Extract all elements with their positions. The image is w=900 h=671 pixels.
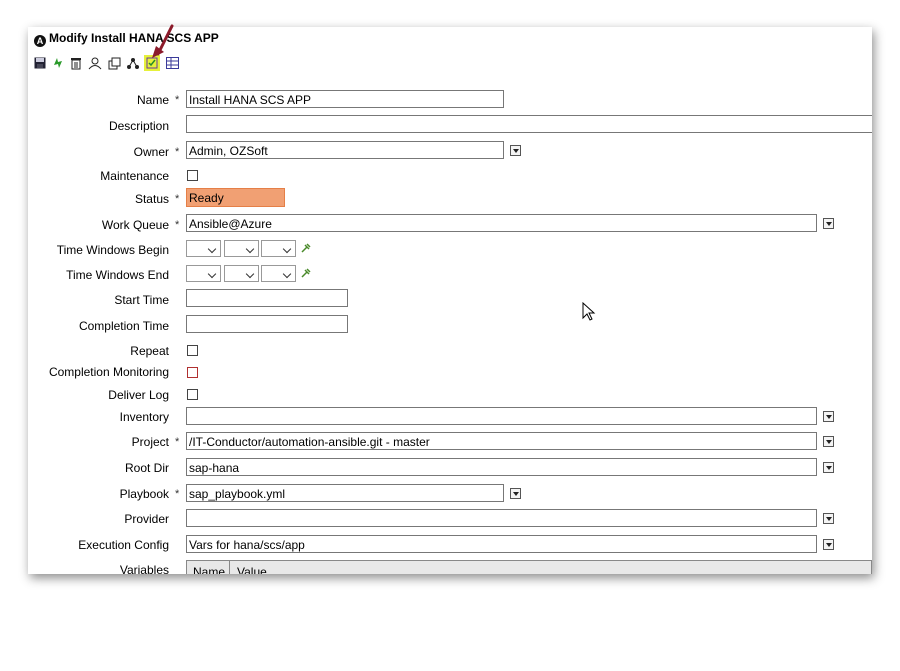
tw-begin-minute-select[interactable] xyxy=(261,240,296,257)
clear-icon[interactable] xyxy=(301,268,311,278)
required-mark: * xyxy=(175,193,180,205)
provider-dropdown-icon[interactable] xyxy=(823,513,834,524)
work-queue-input[interactable]: Ansible@Azure xyxy=(186,214,817,232)
annotation-arrow-icon xyxy=(152,24,174,58)
inventory-input[interactable] xyxy=(186,407,817,425)
column-header-name[interactable]: Name xyxy=(193,565,225,574)
tw-end-day-select[interactable] xyxy=(186,265,221,282)
owner-dropdown-icon[interactable] xyxy=(510,145,521,156)
execution-config-label: Execution Config xyxy=(78,538,169,552)
tw-begin-label: Time Windows Begin xyxy=(56,243,169,257)
required-mark: * xyxy=(175,146,180,158)
column-divider xyxy=(229,561,230,574)
start-time-label: Start Time xyxy=(114,293,169,307)
tw-begin-day-select[interactable] xyxy=(186,240,221,257)
tw-begin-hour-select[interactable] xyxy=(224,240,259,257)
execution-config-input[interactable]: Vars for hana/scs/app xyxy=(186,535,817,553)
playbook-dropdown-icon[interactable] xyxy=(510,488,521,499)
provider-label: Provider xyxy=(124,512,169,526)
owner-input[interactable]: Admin, OZSoft xyxy=(186,141,504,159)
variables-table-header: Name Value xyxy=(186,560,872,574)
playbook-input[interactable]: sap_playbook.yml xyxy=(186,484,504,502)
inventory-label: Inventory xyxy=(119,410,169,424)
name-label: Name xyxy=(136,93,169,107)
modify-dialog: A Modify Install HANA SCS APP Name * Ins… xyxy=(28,27,872,574)
required-mark: * xyxy=(175,488,180,500)
tw-end-hour-select[interactable] xyxy=(224,265,259,282)
hierarchy-icon[interactable] xyxy=(125,55,141,71)
completion-monitoring-checkbox[interactable] xyxy=(187,367,198,378)
root-dir-label: Root Dir xyxy=(124,461,169,475)
save-icon[interactable] xyxy=(32,55,48,71)
completion-monitoring-label: Completion Monitoring xyxy=(48,365,169,379)
dialog-title: Modify Install HANA SCS APP xyxy=(49,31,219,45)
tw-end-label: Time Windows End xyxy=(66,268,169,282)
status-label: Status xyxy=(134,192,169,206)
work-queue-label: Work Queue xyxy=(101,218,169,232)
playbook-label: Playbook xyxy=(119,487,169,501)
description-label: Description xyxy=(108,119,169,133)
variables-label: Variables xyxy=(119,563,169,574)
deliver-log-checkbox[interactable] xyxy=(187,389,198,400)
inventory-dropdown-icon[interactable] xyxy=(823,411,834,422)
copy-icon[interactable] xyxy=(107,55,123,71)
work-queue-dropdown-icon[interactable] xyxy=(823,218,834,229)
start-time-input[interactable] xyxy=(186,289,348,307)
required-mark: * xyxy=(175,94,180,106)
refresh-icon[interactable] xyxy=(50,55,66,71)
status-field[interactable]: Ready xyxy=(186,188,285,207)
delete-icon[interactable] xyxy=(68,55,84,71)
user-icon[interactable] xyxy=(87,55,103,71)
maintenance-checkbox[interactable] xyxy=(187,170,198,181)
column-header-value[interactable]: Value xyxy=(237,565,267,574)
execution-config-dropdown-icon[interactable] xyxy=(823,539,834,550)
maintenance-label: Maintenance xyxy=(100,169,169,183)
repeat-checkbox[interactable] xyxy=(187,345,198,356)
project-input[interactable]: /IT-Conductor/automation-ansible.git - m… xyxy=(186,432,817,450)
required-mark: * xyxy=(175,219,180,231)
root-dir-dropdown-icon[interactable] xyxy=(823,462,834,473)
clear-icon[interactable] xyxy=(301,243,311,253)
name-input[interactable]: Install HANA SCS APP xyxy=(186,90,504,108)
root-dir-input[interactable]: sap-hana xyxy=(186,458,817,476)
mouse-cursor-icon xyxy=(582,302,596,321)
tw-end-minute-select[interactable] xyxy=(261,265,296,282)
required-mark: * xyxy=(175,436,180,448)
provider-input[interactable] xyxy=(186,509,817,527)
app-logo-icon: A xyxy=(34,35,46,47)
repeat-label: Repeat xyxy=(130,344,169,358)
deliver-log-label: Deliver Log xyxy=(108,388,169,402)
description-input[interactable] xyxy=(186,115,872,133)
completion-time-input[interactable] xyxy=(186,315,348,333)
project-dropdown-icon[interactable] xyxy=(823,436,834,447)
project-label: Project xyxy=(131,435,169,449)
completion-time-label: Completion Time xyxy=(78,319,169,333)
owner-label: Owner xyxy=(133,145,169,159)
